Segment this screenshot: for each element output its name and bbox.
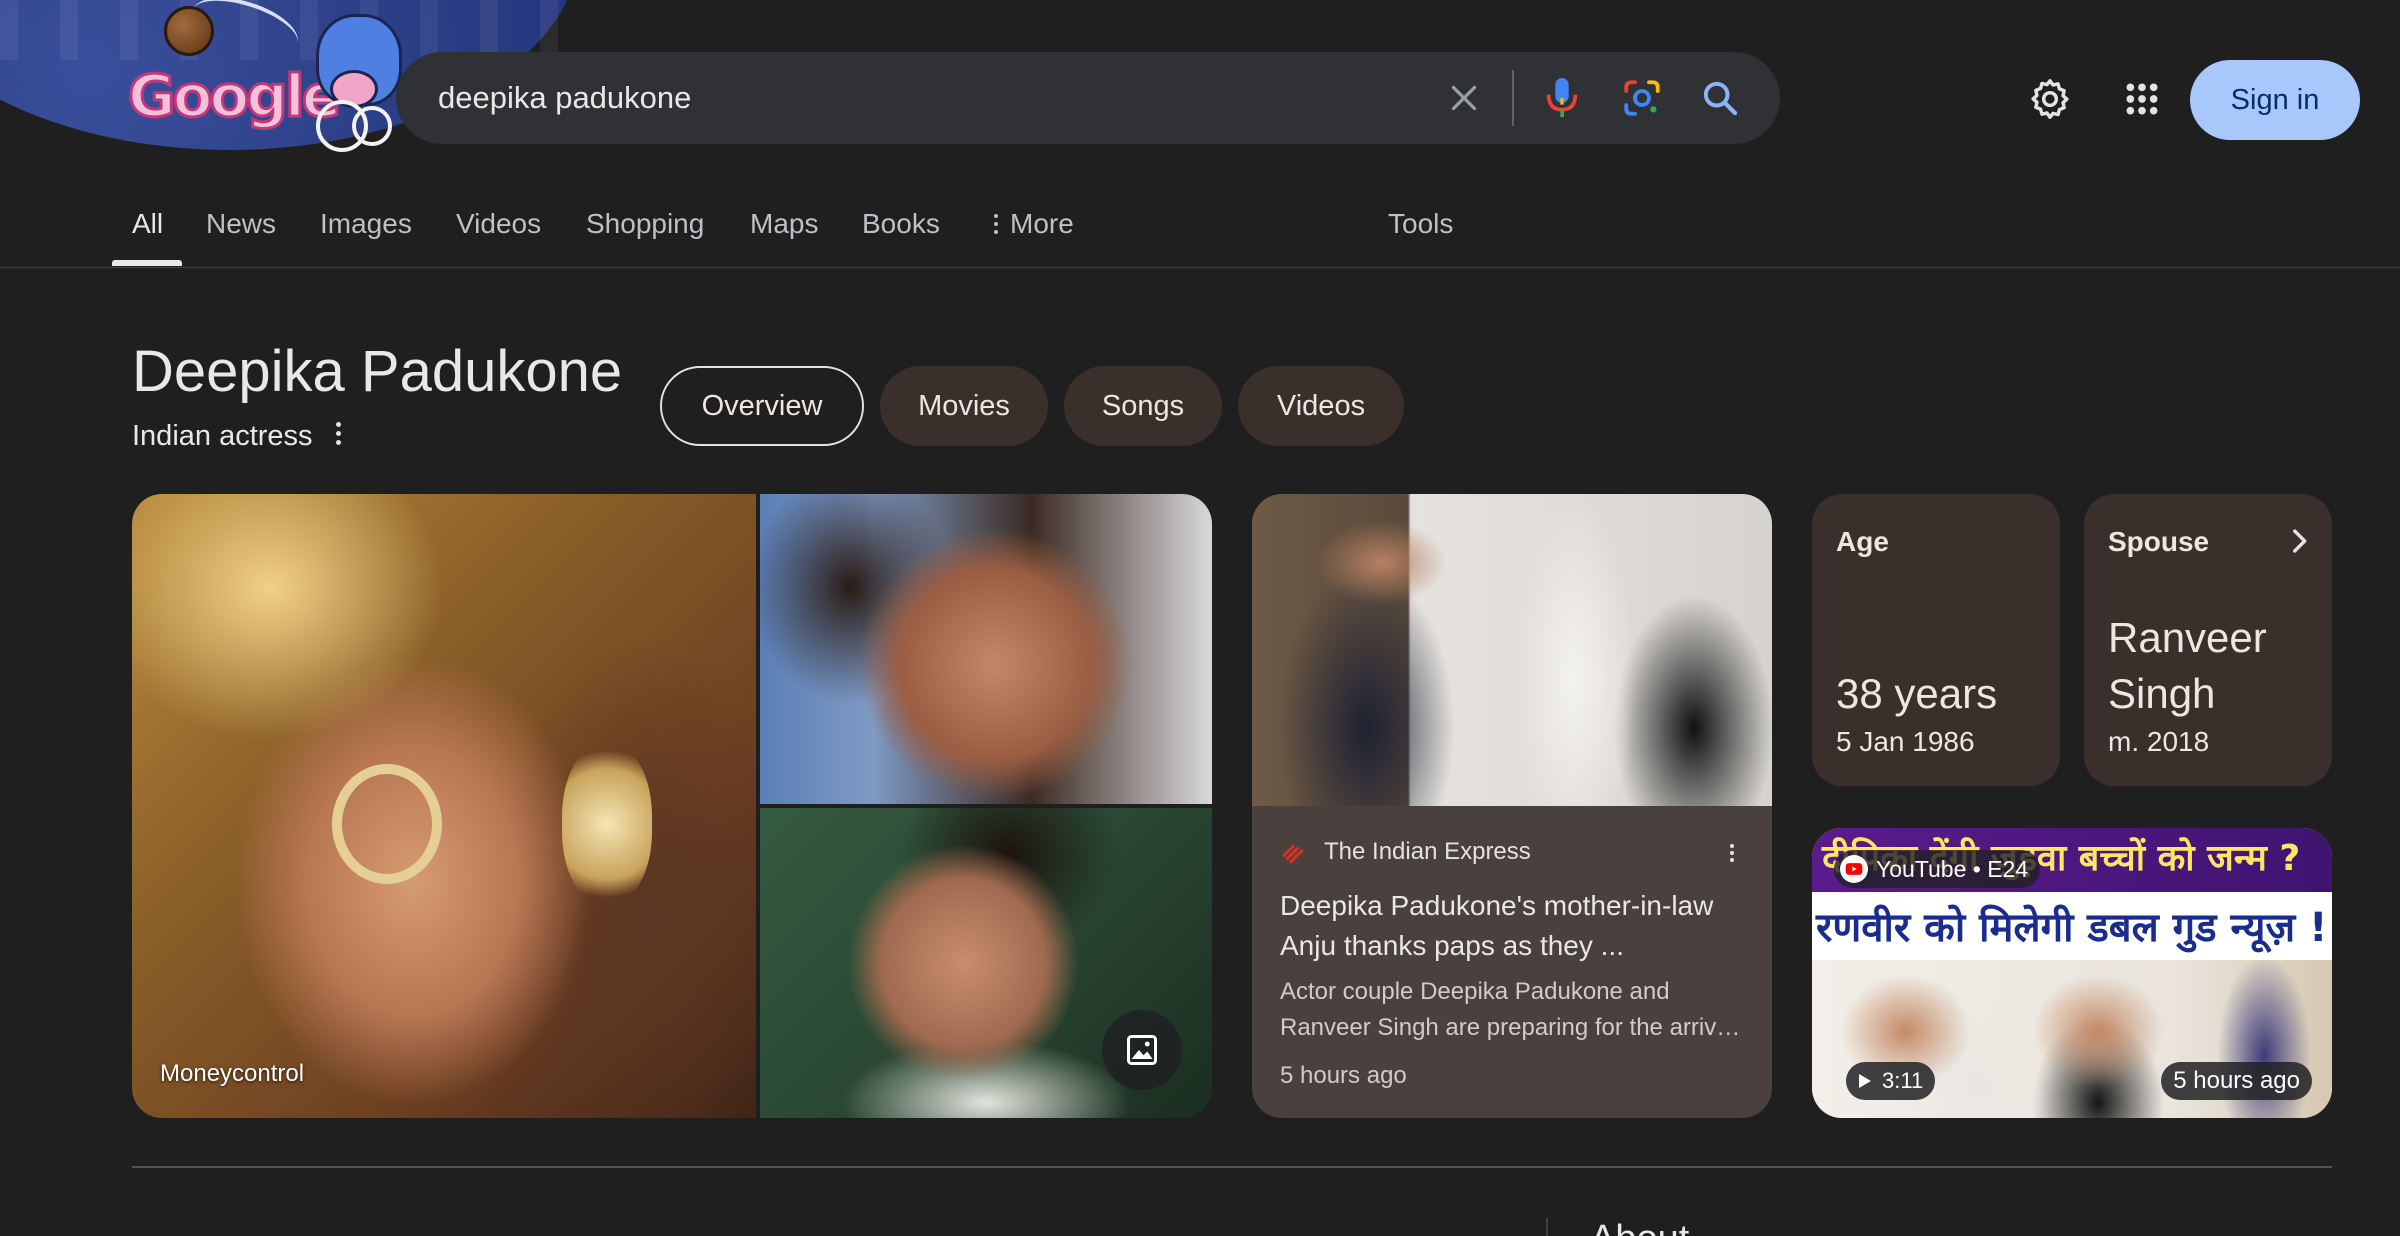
video-thumb-banner-2: रणवीर को मिलेगी डबल गुड न्यूज़ ! [1812,892,2332,960]
news-more-options-icon[interactable] [1720,836,1744,870]
fact-spouse-value[interactable]: Ranveer Singh [2108,610,2267,722]
fact-spouse-label: Spouse [2108,526,2210,557]
entity-more-options-icon[interactable] [326,416,350,450]
entity-title: Deepika Padukone [132,339,623,404]
chip-songs[interactable]: Songs [1064,366,1222,446]
active-tab-indicator [112,260,182,266]
nose-ring-detail [332,764,442,884]
search-input[interactable]: deepika padukone [438,80,691,116]
chip-videos[interactable]: Videos [1238,366,1404,446]
news-headline-line2: Anju thanks paps as they ... [1280,930,1624,961]
tab-all[interactable]: All [132,208,163,240]
tab-tools[interactable]: Tools [1388,208,1453,240]
microphone-icon[interactable] [1538,74,1586,122]
more-vertical-icon [994,214,998,234]
section-divider [132,1166,2332,1168]
entity-image-top-right[interactable] [760,494,1212,804]
about-heading: About [1590,1218,1689,1236]
tab-shopping[interactable]: Shopping [586,208,704,240]
fact-age-birthdate: 5 Jan 1986 [1836,726,1975,757]
google-lens-icon[interactable] [1618,74,1666,122]
doodle-ball [164,6,214,56]
fact-spouse-name-line2: Singh [2108,670,2216,717]
video-duration: 3:11 [1882,1068,1924,1093]
chevron-right-icon[interactable] [2282,524,2316,558]
clear-icon[interactable] [1440,74,1488,122]
google-doodle-logo[interactable]: Google [120,0,420,152]
youtube-icon [1840,855,1868,883]
entity-subtitle: Indian actress [132,420,313,452]
chip-overview[interactable]: Overview [660,366,864,446]
settings-gear-icon[interactable] [2022,71,2078,127]
tab-more-label: More [1010,208,1074,239]
indian-express-logo-icon [1282,844,1304,864]
fact-card-age[interactable]: Age 38 years 5 Jan 1986 [1812,494,2060,786]
news-headline[interactable]: Deepika Padukone's mother-in-law Anju th… [1280,886,1750,966]
video-source-badge: YouTube • E24 [1834,850,2041,888]
tab-videos[interactable]: Videos [456,208,541,240]
video-duration-badge: 3:11 [1846,1062,1936,1100]
doodle-wheel-small [352,106,392,146]
chip-movies[interactable]: Movies [880,366,1048,446]
video-card[interactable]: दीपिका देंगी जुड़वा बच्चों को जन्म ? रणव… [1812,828,2332,1118]
tab-books[interactable]: Books [862,208,940,240]
news-snippet-line1: Actor couple Deepika Padukone and [1280,978,1670,1005]
tab-news[interactable]: News [206,208,276,240]
search-tabs: All News Images Videos Shopping Maps Boo… [0,190,2400,268]
news-headline-line1: Deepika Padukone's mother-in-law [1280,890,1714,921]
entity-image-main[interactable]: Moneycontrol [132,494,756,1118]
tab-images[interactable]: Images [320,208,412,240]
tab-maps[interactable]: Maps [750,208,818,240]
news-source: The Indian Express [1324,838,1531,865]
image-source-caption: Moneycontrol [160,1060,305,1087]
google-apps-grid-icon[interactable] [2114,71,2170,127]
news-snippet: Actor couple Deepika Padukone and Ranvee… [1280,974,1750,1046]
sign-in-button[interactable]: Sign in [2190,60,2360,140]
tab-more[interactable]: More [994,208,1074,240]
logo-text: Google [126,61,342,132]
fact-age-label: Age [1836,526,1889,557]
fact-spouse-married: m. 2018 [2108,726,2210,757]
earring-detail [562,744,652,904]
fact-spouse-name-line1: Ranveer [2108,614,2267,661]
play-icon [1859,1074,1871,1088]
fact-card-spouse[interactable]: Spouse Ranveer Singh m. 2018 [2084,494,2332,786]
video-source: YouTube • E24 [1876,855,2029,882]
search-divider [1512,70,1514,126]
video-thumb-text-line2: रणवीर को मिलेगी डबल गुड न्यूज़ ! [1816,905,2328,951]
search-bar[interactable]: deepika padukone [396,52,1780,144]
news-thumbnail [1252,494,1772,806]
fact-age-value: 38 years [1836,670,1998,717]
more-images-icon[interactable] [1102,1010,1182,1090]
video-timestamp: 5 hours ago [2161,1062,2312,1100]
news-snippet-line2: Ranveer Singh are preparing for the arri… [1280,1014,1741,1041]
column-divider [1546,1218,1548,1236]
search-icon[interactable] [1696,74,1744,122]
news-card[interactable]: The Indian Express Deepika Padukone's mo… [1252,494,1772,1118]
news-timestamp: 5 hours ago [1280,1062,1407,1089]
